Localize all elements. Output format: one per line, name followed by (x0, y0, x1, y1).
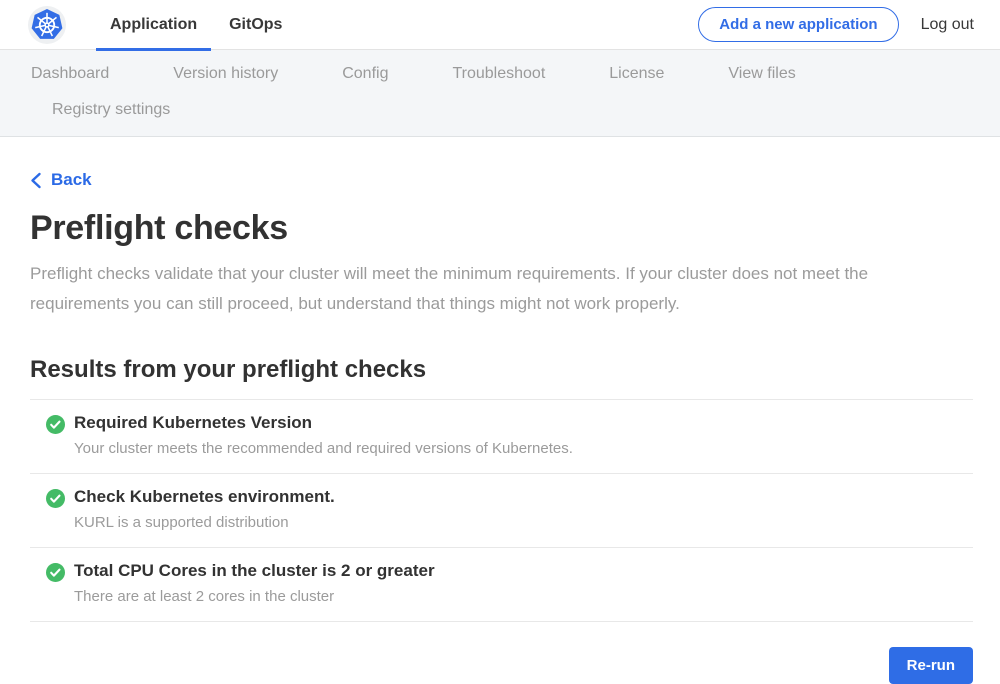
check-circle-pass-icon (46, 489, 65, 508)
check-message: There are at least 2 cores in the cluste… (74, 588, 435, 605)
top-header: Application GitOps Add a new application… (0, 0, 1000, 50)
check-row-cpu-cores: Total CPU Cores in the cluster is 2 or g… (30, 547, 973, 621)
back-link-label: Back (51, 170, 92, 190)
rerun-button[interactable]: Re-run (889, 647, 973, 684)
results-heading: Results from your preflight checks (30, 356, 973, 384)
tab-application-label: Application (110, 16, 197, 34)
check-text: Required Kubernetes Version Your cluster… (74, 413, 573, 457)
check-circle-pass-icon (46, 415, 65, 434)
subnav-item-license[interactable]: License (609, 56, 664, 92)
logout-link[interactable]: Log out (921, 16, 974, 34)
subnav-item-config[interactable]: Config (342, 56, 388, 92)
tab-gitops-label: GitOps (229, 16, 282, 34)
tab-application[interactable]: Application (96, 0, 211, 50)
check-title: Required Kubernetes Version (74, 413, 573, 433)
tab-gitops[interactable]: GitOps (215, 0, 296, 50)
check-text: Check Kubernetes environment. KURL is a … (74, 487, 335, 531)
page-title: Preflight checks (30, 209, 973, 248)
subnav-item-version-history[interactable]: Version history (173, 56, 278, 92)
footer-actions: Re-run (30, 647, 973, 684)
back-link[interactable]: Back (30, 170, 92, 190)
check-title: Total CPU Cores in the cluster is 2 or g… (74, 561, 435, 581)
subnav-item-view-files[interactable]: View files (728, 56, 795, 92)
subnav-item-dashboard[interactable]: Dashboard (31, 56, 109, 92)
check-message: Your cluster meets the recommended and r… (74, 440, 573, 457)
check-row-kubernetes-environment: Check Kubernetes environment. KURL is a … (30, 473, 973, 547)
check-text: Total CPU Cores in the cluster is 2 or g… (74, 561, 435, 605)
subnav-item-registry-settings[interactable]: Registry settings (52, 92, 170, 128)
check-circle-pass-icon (46, 563, 65, 582)
check-title: Check Kubernetes environment. (74, 487, 335, 507)
check-message: KURL is a supported distribution (74, 514, 335, 531)
check-row-kubernetes-version: Required Kubernetes Version Your cluster… (30, 399, 973, 473)
preflight-results-list: Required Kubernetes Version Your cluster… (30, 399, 973, 622)
add-new-application-button[interactable]: Add a new application (698, 7, 898, 42)
app-subnav: Dashboard Version history Config Trouble… (0, 50, 1000, 137)
preflight-checks-page: Back Preflight checks Preflight checks v… (0, 137, 1000, 684)
chevron-left-icon (30, 172, 42, 189)
page-description: Preflight checks validate that your clus… (30, 259, 950, 319)
kubernetes-logo-icon (28, 6, 66, 44)
subnav-item-troubleshoot[interactable]: Troubleshoot (452, 56, 545, 92)
